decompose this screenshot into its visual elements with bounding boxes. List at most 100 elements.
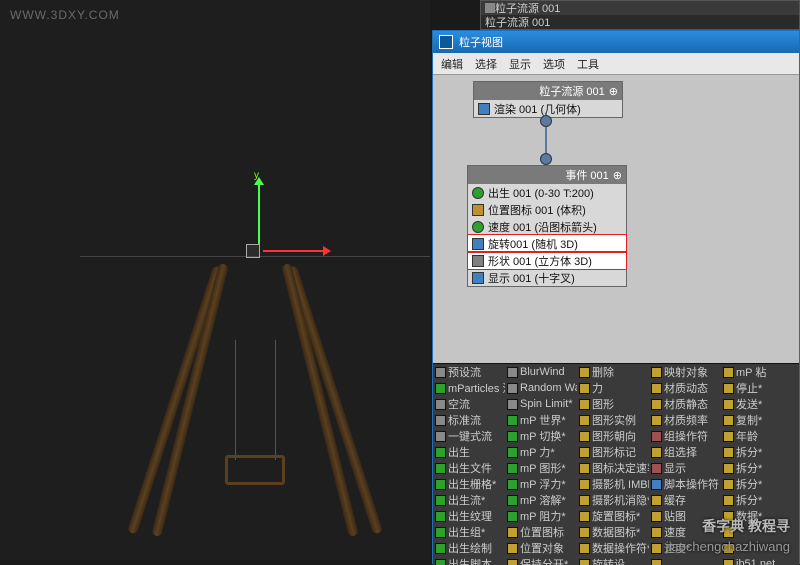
event-operator-row[interactable]: 旋转001 (随机 3D) [468, 235, 626, 252]
watermark-2: jiaochengchazhiwang [666, 539, 790, 554]
depot-operator[interactable]: Random Walk [505, 380, 577, 396]
event-node[interactable]: 事件 001⊕ 出生 001 (0-30 T:200)位置图标 001 (体积)… [467, 165, 627, 287]
depot-operator[interactable]: mP 浮力* [505, 476, 577, 492]
depot-operator[interactable]: 图形朝向 [577, 428, 649, 444]
gizmo-center[interactable] [246, 244, 260, 258]
menu-tools[interactable]: 工具 [577, 56, 599, 72]
depot-operator[interactable]: 出生 [433, 444, 505, 460]
rollup-icon[interactable]: ⊕ [609, 85, 618, 98]
depot-operator[interactable]: 拆分* [721, 476, 793, 492]
menu-options[interactable]: 选项 [543, 56, 565, 72]
object-name-2: 粒子流源 001 [485, 14, 550, 30]
depot-operator[interactable]: mP 世界* [505, 412, 577, 428]
depot-operator[interactable]: 出生组* [433, 524, 505, 540]
depot-icon [507, 383, 518, 394]
depot-label: mP 粘 [736, 364, 766, 380]
menu-edit[interactable]: 编辑 [441, 56, 463, 72]
particle-flow-canvas[interactable]: 粒子流源 001⊕ 渲染 001 (几何体) 事件 001⊕ 出生 001 (0… [433, 75, 799, 363]
gizmo-y-arrow[interactable] [258, 180, 260, 245]
depot-operator[interactable]: 缓存 [649, 492, 721, 508]
depot-icon [723, 399, 734, 410]
depot-icon [507, 479, 518, 490]
depot-operator[interactable]: 数据操作符* [577, 540, 649, 556]
connector-in[interactable] [540, 153, 552, 165]
event-operator-row[interactable]: 速度 001 (沿图标箭头) [468, 218, 626, 235]
depot-operator[interactable]: 标准流 [433, 412, 505, 428]
depot-operator[interactable]: 位置图标 [505, 524, 577, 540]
depot-operator[interactable]: 出生文件 [433, 460, 505, 476]
depot-operator[interactable]: 发送* [721, 396, 793, 412]
depot-operator[interactable]: mP 图形* [505, 460, 577, 476]
depot-operator[interactable]: 出生绘制 [433, 540, 505, 556]
render-op[interactable]: 渲染 001 (几何体) [494, 101, 581, 117]
depot-operator[interactable]: mP 阻力* [505, 508, 577, 524]
depot-operator[interactable]: 显示 [649, 460, 721, 476]
depot-label: 材质静态 [664, 396, 708, 412]
depot-label: 发送* [736, 396, 762, 412]
event-operator-row[interactable]: 显示 001 (十字叉) [468, 269, 626, 286]
depot-operator[interactable]: 材质动态 [649, 380, 721, 396]
window-title: 粒子视图 [459, 34, 503, 50]
depot-icon [579, 559, 590, 565]
depot-operator[interactable]: 脚本操作符 [649, 476, 721, 492]
window-titlebar[interactable]: 粒子视图 [433, 31, 799, 53]
depot-icon [435, 495, 446, 506]
depot-operator[interactable]: 图标决定速率 [577, 460, 649, 476]
depot-operator[interactable]: 出生流* [433, 492, 505, 508]
depot-operator[interactable]: 一键式流 [433, 428, 505, 444]
menu-display[interactable]: 显示 [509, 56, 531, 72]
depot-operator[interactable]: 图形 [577, 396, 649, 412]
menu-select[interactable]: 选择 [475, 56, 497, 72]
event-operator-row[interactable]: 出生 001 (0-30 T:200) [468, 184, 626, 201]
depot-operator[interactable]: 删除 [577, 364, 649, 380]
depot-icon [579, 479, 590, 490]
depot-operator[interactable]: 数据图标* [577, 524, 649, 540]
depot-operator[interactable]: 摄影机 IMBlur* [577, 476, 649, 492]
depot-icon [507, 495, 518, 506]
gizmo-x-arrow[interactable] [263, 250, 328, 252]
depot-operator[interactable]: 预设流 [433, 364, 505, 380]
depot-operator[interactable]: mP 粘 [721, 364, 793, 380]
depot-icon [651, 479, 662, 490]
event-operator-row[interactable]: 形状 001 (立方体 3D) [468, 252, 626, 269]
depot-icon [435, 543, 446, 554]
source-node[interactable]: 粒子流源 001⊕ 渲染 001 (几何体) [473, 81, 623, 118]
depot-operator[interactable]: 映射对象 [649, 364, 721, 380]
viewport-3d[interactable]: WWW.3DXY.COM y [0, 0, 430, 560]
depot-operator[interactable]: 出生纹理 [433, 508, 505, 524]
depot-operator[interactable]: 拆分* [721, 444, 793, 460]
rollup-icon[interactable]: ⊕ [613, 169, 622, 182]
depot-operator[interactable]: 拆分* [721, 492, 793, 508]
depot-icon [651, 383, 662, 394]
depot-operator[interactable]: mParticles 流* [433, 380, 505, 396]
depot-operator[interactable]: 拆分* [721, 460, 793, 476]
depot-label: 映射对象 [664, 364, 708, 380]
depot-operator[interactable]: 组操作符 [649, 428, 721, 444]
depot-operator[interactable]: 力 [577, 380, 649, 396]
depot-operator[interactable]: 材质静态 [649, 396, 721, 412]
depot-operator[interactable]: 图形标记 [577, 444, 649, 460]
event-operator-row[interactable]: 位置图标 001 (体积) [468, 201, 626, 218]
depot-operator[interactable]: 组选择 [649, 444, 721, 460]
depot-label: 图形实例 [592, 412, 636, 428]
depot-label: 复制* [736, 412, 762, 428]
depot-operator[interactable]: 材质频率 [649, 412, 721, 428]
depot-operator[interactable]: 图形实例 [577, 412, 649, 428]
depot-operator[interactable]: 位置对象 [505, 540, 577, 556]
depot-operator[interactable]: 年龄 [721, 428, 793, 444]
depot-operator[interactable]: 摄影机消隐* [577, 492, 649, 508]
depot-icon [435, 463, 446, 474]
depot-operator[interactable]: 旋置图标* [577, 508, 649, 524]
depot-operator[interactable]: mP 力* [505, 444, 577, 460]
depot-operator[interactable]: 空流 [433, 396, 505, 412]
depot-operator[interactable]: BlurWind [505, 364, 577, 380]
depot-operator[interactable]: mP 溶解* [505, 492, 577, 508]
depot-operator[interactable]: mP 切换* [505, 428, 577, 444]
depot-operator[interactable]: 复制* [721, 412, 793, 428]
depot-icon [507, 415, 518, 426]
depot-icon [435, 383, 446, 394]
connector-out[interactable] [540, 115, 552, 127]
depot-operator[interactable]: 出生栅格* [433, 476, 505, 492]
depot-operator[interactable]: 停止* [721, 380, 793, 396]
depot-operator[interactable]: Spin Limit* [505, 396, 577, 412]
